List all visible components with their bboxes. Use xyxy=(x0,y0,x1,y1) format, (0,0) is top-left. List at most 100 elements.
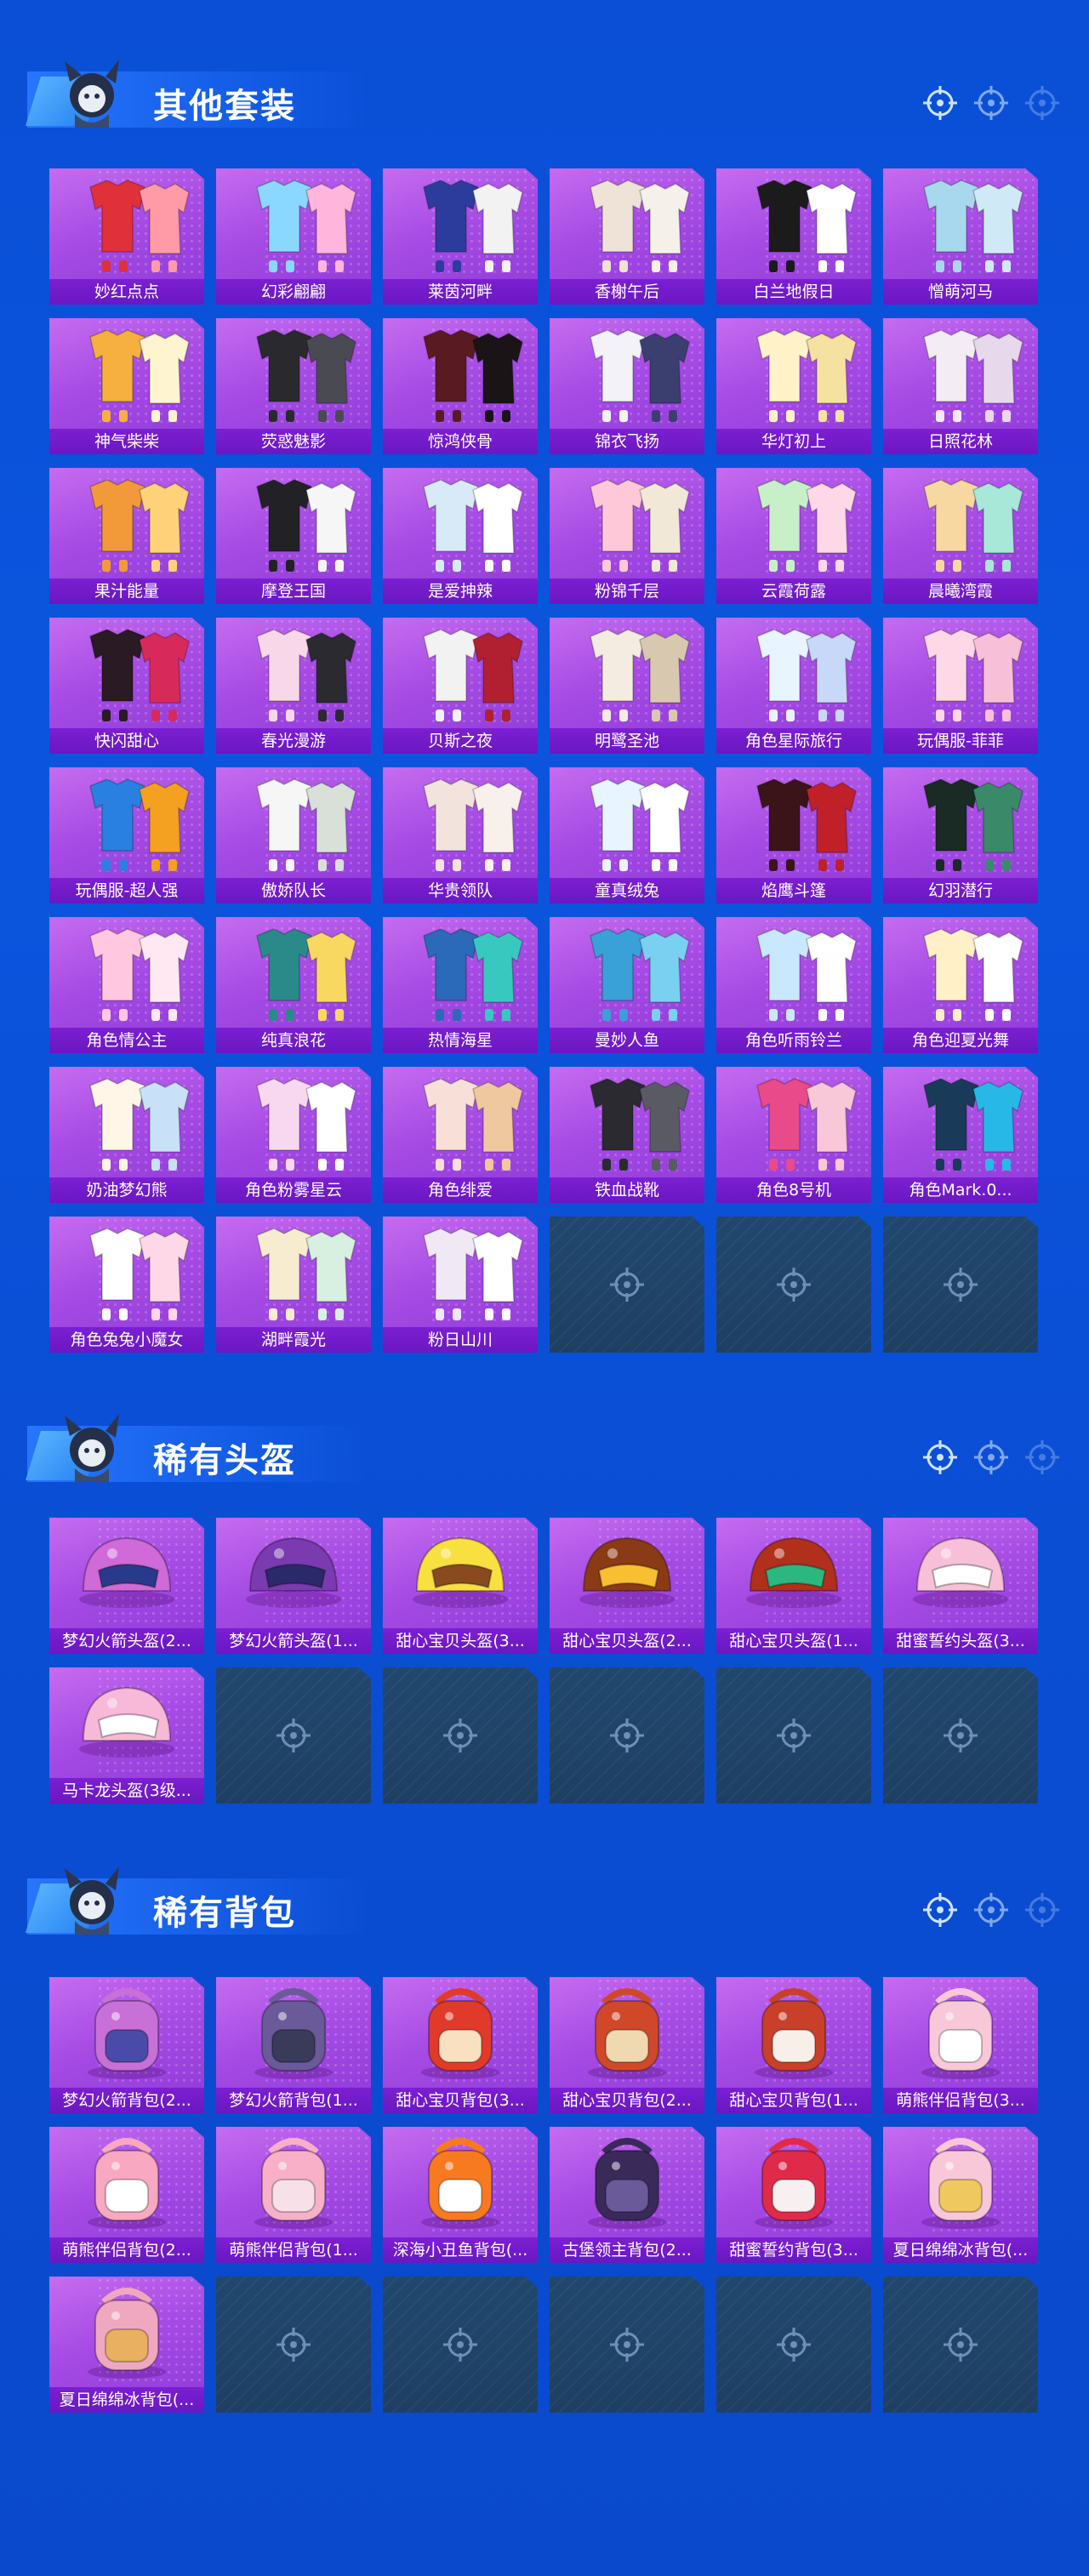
outfit-card[interactable]: 焰鹰斗篷 xyxy=(716,767,871,903)
outfit-card[interactable]: 妙红点点 xyxy=(49,168,204,305)
empty-slot xyxy=(383,2277,538,2413)
outfit-label: 铁血战靴 xyxy=(550,1177,704,1203)
helmet-card[interactable]: 甜蜜誓约头盔(3... xyxy=(883,1518,1038,1654)
outfit-card[interactable]: 云霞荷露 xyxy=(716,468,871,604)
outfit-card[interactable]: 童真绒兔 xyxy=(550,767,704,903)
backpack-card[interactable]: 甜心宝贝背包(2... xyxy=(550,1977,704,2113)
outfit-card[interactable]: 摩登王国 xyxy=(216,468,371,604)
outfit-card[interactable]: 角色迎夏光舞 xyxy=(883,917,1038,1053)
crosshair-icon xyxy=(610,1718,644,1752)
backpack-card[interactable]: 萌熊伴侣背包(1... xyxy=(216,2127,371,2263)
backpack-image xyxy=(921,2138,1000,2229)
backpack-card[interactable]: 甜心宝贝背包(3... xyxy=(383,1977,538,2113)
outfit-image xyxy=(256,1228,356,1320)
outfit-image xyxy=(756,778,857,871)
helmet-card[interactable]: 甜心宝贝头盔(1... xyxy=(716,1518,871,1654)
outfit-card[interactable]: 热情海星 xyxy=(383,917,538,1053)
outfit-card[interactable]: 日照花林 xyxy=(883,318,1038,454)
helmet-card[interactable]: 梦幻火箭头盔(2... xyxy=(49,1518,204,1654)
outfit-card[interactable]: 粉日山川 xyxy=(383,1217,538,1353)
backpack-card[interactable]: 梦幻火箭背包(2... xyxy=(49,1977,204,2113)
outfit-image xyxy=(590,1078,690,1171)
outfit-card[interactable]: 白兰地假日 xyxy=(716,168,871,305)
backpack-card[interactable]: 萌熊伴侣背包(3... xyxy=(883,1977,1038,2113)
empty-slot xyxy=(383,1667,538,1804)
section-title: 稀有背包 xyxy=(153,1894,296,1933)
outfit-card[interactable]: 角色粉雾星云 xyxy=(216,1067,371,1203)
backpack-card[interactable]: 甜蜜誓约背包(3... xyxy=(716,2127,871,2263)
empty-slot xyxy=(216,1667,371,1804)
backpack-card[interactable]: 深海小丑鱼背包(... xyxy=(383,2127,538,2263)
backpack-card[interactable]: 夏日绵绵冰背包(... xyxy=(49,2277,204,2413)
outfit-card[interactable]: 荧惑魅影 xyxy=(216,318,371,454)
outfit-image xyxy=(423,629,523,721)
outfit-image xyxy=(590,778,690,871)
outfit-card[interactable]: 铁血战靴 xyxy=(550,1067,704,1203)
outfit-card[interactable]: 粉锦千层 xyxy=(550,468,704,604)
outfit-label: 贝斯之夜 xyxy=(383,728,538,754)
outfit-card[interactable]: 神气柴柴 xyxy=(49,318,204,454)
helmet-card[interactable]: 甜心宝贝头盔(2... xyxy=(550,1518,704,1654)
outfit-card[interactable]: 锦衣飞扬 xyxy=(550,318,704,454)
outfit-card[interactable]: 华贵领队 xyxy=(383,767,538,903)
outfit-image xyxy=(590,629,690,721)
outfit-card[interactable]: 是爱抻辣 xyxy=(383,468,538,604)
backpack-image xyxy=(88,2288,166,2379)
outfit-card[interactable]: 角色Mark.0... xyxy=(883,1067,1038,1203)
outfit-card[interactable]: 惊鸿侠骨 xyxy=(383,318,538,454)
outfit-card[interactable]: 玩偶服-超人强 xyxy=(49,767,204,903)
empty-slot xyxy=(550,1217,704,1353)
outfit-card[interactable]: 明鹭圣池 xyxy=(550,618,704,754)
outfit-card[interactable]: 纯真浪花 xyxy=(216,917,371,1053)
outfit-card[interactable]: 傲娇队长 xyxy=(216,767,371,903)
outfit-image xyxy=(756,928,857,1021)
outfit-label: 摩登王国 xyxy=(216,578,371,604)
outfit-card[interactable]: 奶油梦幻熊 xyxy=(49,1067,204,1203)
section-helmets: 稀有头盔 梦幻火箭头盔(2... 梦幻火箭头盔(1... 甜心宝贝头盔(3... 甜心… xyxy=(0,1388,1089,1831)
outfit-label: 角色听雨铃兰 xyxy=(716,1028,871,1053)
outfit-image xyxy=(923,1078,1023,1171)
backpack-card[interactable]: 甜心宝贝背包(1... xyxy=(716,1977,871,2113)
outfit-card[interactable]: 角色兔兔小魔女 xyxy=(49,1217,204,1353)
backpack-card[interactable]: 萌熊伴侣背包(2... xyxy=(49,2127,204,2263)
outfit-label: 角色星际旅行 xyxy=(716,728,871,754)
outfit-image xyxy=(590,329,690,422)
outfit-card[interactable]: 贝斯之夜 xyxy=(383,618,538,754)
outfit-label: 妙红点点 xyxy=(49,279,204,305)
outfit-card[interactable]: 角色情公主 xyxy=(49,917,204,1053)
outfit-image xyxy=(590,479,690,572)
backpack-label: 萌熊伴侣背包(2... xyxy=(49,2237,204,2263)
outfit-label: 晨曦湾霞 xyxy=(883,578,1038,604)
outfit-card[interactable]: 幻彩翩翩 xyxy=(216,168,371,305)
outfit-label: 明鹭圣池 xyxy=(550,728,704,754)
outfit-label: 是爱抻辣 xyxy=(383,578,538,604)
outfit-card[interactable]: 憎萌河马 xyxy=(883,168,1038,305)
outfit-card[interactable]: 湖畔霞光 xyxy=(216,1217,371,1353)
outfit-card[interactable]: 华灯初上 xyxy=(716,318,871,454)
outfit-image xyxy=(423,180,523,272)
outfit-card[interactable]: 晨曦湾霞 xyxy=(883,468,1038,604)
outfit-card[interactable]: 角色星际旅行 xyxy=(716,618,871,754)
outfit-card[interactable]: 角色绯爱 xyxy=(383,1067,538,1203)
helmet-card[interactable]: 梦幻火箭头盔(1... xyxy=(216,1518,371,1654)
backpack-image xyxy=(755,1988,833,2079)
helmet-card[interactable]: 马卡龙头盔(3级... xyxy=(49,1667,204,1804)
outfit-card[interactable]: 果汁能量 xyxy=(49,468,204,604)
backpack-card[interactable]: 夏日绵绵冰背包(... xyxy=(883,2127,1038,2263)
crosshair-icon xyxy=(777,1718,811,1752)
outfit-image xyxy=(423,1078,523,1171)
section-title: 稀有头盔 xyxy=(153,1441,296,1480)
outfit-card[interactable]: 角色8号机 xyxy=(716,1067,871,1203)
outfit-card[interactable]: 幻羽潜行 xyxy=(883,767,1038,903)
outfit-card[interactable]: 莱茵河畔 xyxy=(383,168,538,305)
outfit-card[interactable]: 春光漫游 xyxy=(216,618,371,754)
outfit-card[interactable]: 香榭午后 xyxy=(550,168,704,305)
outfit-card[interactable]: 快闪甜心 xyxy=(49,618,204,754)
outfit-card[interactable]: 曼妙人鱼 xyxy=(550,917,704,1053)
backpack-card[interactable]: 古堡领主背包(2... xyxy=(550,2127,704,2263)
helmet-card[interactable]: 甜心宝贝头盔(3... xyxy=(383,1518,538,1654)
backpack-card[interactable]: 梦幻火箭背包(1... xyxy=(216,1977,371,2113)
outfit-image xyxy=(89,928,190,1021)
outfit-card[interactable]: 玩偶服-菲菲 xyxy=(883,618,1038,754)
outfit-card[interactable]: 角色听雨铃兰 xyxy=(716,917,871,1053)
